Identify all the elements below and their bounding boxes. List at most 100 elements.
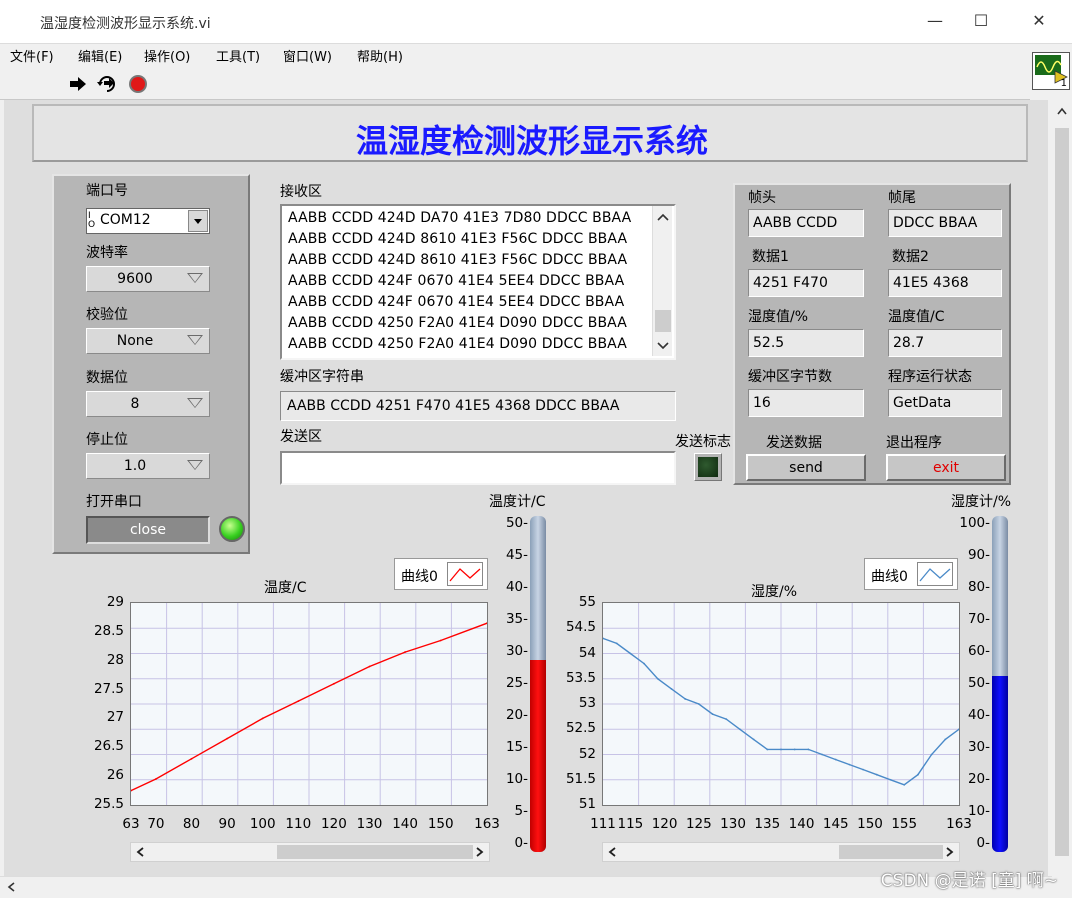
window-vscroll-thumb[interactable] — [1055, 128, 1069, 856]
humidity-x-tick-label: 125 — [685, 816, 712, 832]
baud-ring[interactable]: 9600 — [86, 266, 210, 292]
exit-label: 退出程序 — [886, 435, 942, 451]
humidity-x-tick-label: 130 — [720, 816, 746, 832]
legend-line-swatch-icon — [917, 562, 953, 586]
humidity-y-tick-label: 53 — [578, 695, 596, 711]
thermometer-fill — [530, 660, 546, 852]
scroll-up-icon[interactable] — [1056, 106, 1068, 116]
port-select[interactable]: IO COM12 — [86, 208, 210, 234]
receive-scroll-thumb[interactable] — [655, 310, 671, 332]
thermometer-tube — [530, 516, 546, 852]
humidity-data-point — [834, 758, 837, 761]
send-button[interactable]: send — [746, 454, 866, 481]
vi-icon[interactable]: 1 — [1032, 52, 1070, 90]
temp-x-tick-label: 110 — [285, 816, 312, 832]
receive-line: AABB CCDD 424D DA70 41E3 7D80 DDCC BBAA — [288, 210, 632, 226]
temp-data-point — [261, 717, 264, 720]
scroll-left-icon[interactable] — [607, 846, 617, 858]
port-label: 端口号 — [86, 183, 128, 199]
send-input[interactable] — [280, 451, 676, 485]
temp-chart-scrollbar[interactable] — [130, 842, 490, 862]
temp-y-tick-label: 26.5 — [93, 738, 124, 755]
thermometer-scale-tick: 20- — [505, 707, 528, 723]
close-button[interactable]: ✕ — [1016, 6, 1062, 36]
scroll-left-icon[interactable] — [135, 846, 145, 858]
receive-line: AABB CCDD 4250 F2A0 41E4 D090 DDCC BBAA — [288, 315, 627, 331]
window-vertical-scrollbar[interactable] — [1052, 100, 1072, 876]
data2-label: 数据2 — [892, 249, 929, 265]
humidity-legend-label: 曲线0 — [871, 569, 908, 585]
abort-stop-icon[interactable] — [128, 74, 148, 94]
window-title: 温湿度检测波形显示系统.vi — [40, 16, 211, 32]
maximize-button[interactable]: ☐ — [958, 6, 1004, 36]
menu-help[interactable]: 帮助(H) — [357, 46, 403, 65]
minimize-button[interactable]: — — [912, 6, 958, 36]
menu-file[interactable]: 文件(F) — [10, 46, 54, 65]
databits-ring[interactable]: 8 — [86, 391, 210, 417]
humidity-plot-area[interactable] — [602, 602, 960, 806]
receive-scrollbar[interactable] — [652, 206, 672, 356]
open-port-label: 打开串口 — [86, 494, 142, 510]
run-arrow-icon[interactable] — [68, 76, 88, 92]
hygrometer-scale-tick: 40- — [967, 707, 990, 723]
ring-arrow-icon — [187, 335, 203, 345]
databits-value: 8 — [130, 396, 140, 412]
temp-legend[interactable]: 曲线0 — [394, 558, 488, 590]
thermometer-scale-tick: 35- — [505, 611, 528, 627]
port-dropdown-button[interactable] — [188, 210, 208, 232]
temp-data-point — [190, 757, 193, 760]
humidity-x-tick-label: 120 — [651, 816, 678, 832]
receive-line: AABB CCDD 424F 0670 41E4 5EE4 DDCC BBAA — [288, 273, 625, 289]
watermark: CSDN @是诺 [童] 啊~ — [880, 871, 1058, 891]
temp-y-tick-label: 29 — [106, 594, 124, 610]
temp-chart-title: 温度/C — [264, 580, 307, 596]
scroll-right-icon[interactable] — [475, 846, 485, 858]
humidity-scroll-thumb[interactable] — [839, 845, 943, 859]
stopbits-ring[interactable]: 1.0 — [86, 453, 210, 479]
humidity-data-point — [875, 773, 878, 776]
humidity-chart-scrollbar[interactable] — [602, 842, 960, 862]
temp-data-point — [439, 639, 442, 642]
humidity-data-point — [821, 753, 823, 756]
header-indicator: AABB CCDD — [748, 209, 864, 237]
hygrometer-scale-tick: 70- — [967, 611, 990, 627]
toolbar — [0, 68, 1030, 100]
temp-data-point — [155, 778, 157, 780]
humidity-x-tick-label: 155 — [891, 816, 918, 832]
humidity-x-tick-label: 115 — [617, 816, 644, 832]
menu-edit[interactable]: 编辑(E) — [78, 46, 122, 65]
temp-data-point — [297, 700, 300, 703]
temp-scroll-thumb[interactable] — [277, 845, 473, 859]
temp-y-tick-label: 27.5 — [93, 680, 124, 697]
scroll-down-icon[interactable] — [656, 340, 670, 350]
thermometer-title: 温度计/C — [489, 494, 546, 510]
buffer-string-indicator: AABB CCDD 4251 F470 41E5 4368 DDCC BBAA — [280, 391, 676, 421]
humidity-y-tick-label: 51 — [578, 796, 596, 812]
header-label: 帧头 — [748, 190, 776, 206]
baud-value: 9600 — [117, 271, 153, 287]
humidity-data-point — [766, 748, 769, 751]
scroll-up-icon[interactable] — [656, 212, 670, 222]
hygrometer-scale-tick: 100- — [959, 515, 990, 531]
menu-window[interactable]: 窗口(W) — [283, 46, 332, 65]
temp-plot-area[interactable] — [130, 602, 488, 806]
humidity-data-point — [780, 748, 782, 751]
open-port-button[interactable]: close — [86, 516, 210, 544]
humidity-data-point — [848, 763, 851, 766]
send-flag-led — [698, 457, 718, 477]
receive-line: AABB CCDD 424F 0670 41E4 5EE4 DDCC BBAA — [288, 294, 625, 310]
temp-y-tick-label: 27 — [106, 709, 124, 726]
humidity-legend[interactable]: 曲线0 — [864, 558, 958, 590]
menu-operate[interactable]: 操作(O) — [144, 46, 190, 65]
receive-textbox[interactable]: AABB CCDD 424D DA70 41E3 7D80 DDCC BBAA … — [280, 204, 676, 360]
run-continuously-icon[interactable] — [96, 75, 118, 93]
thermometer-scale-tick: 30- — [505, 643, 528, 659]
temp-x-tick-label: 80 — [182, 816, 201, 832]
scroll-left-icon[interactable] — [6, 881, 16, 893]
parity-ring[interactable]: None — [86, 328, 210, 354]
tail-indicator: DDCC BBAA — [888, 209, 1002, 237]
menu-tools[interactable]: 工具(T) — [216, 46, 260, 65]
exit-button[interactable]: exit — [886, 454, 1006, 481]
humidity-plot-svg — [602, 603, 960, 805]
humidity-data-point — [656, 677, 659, 680]
